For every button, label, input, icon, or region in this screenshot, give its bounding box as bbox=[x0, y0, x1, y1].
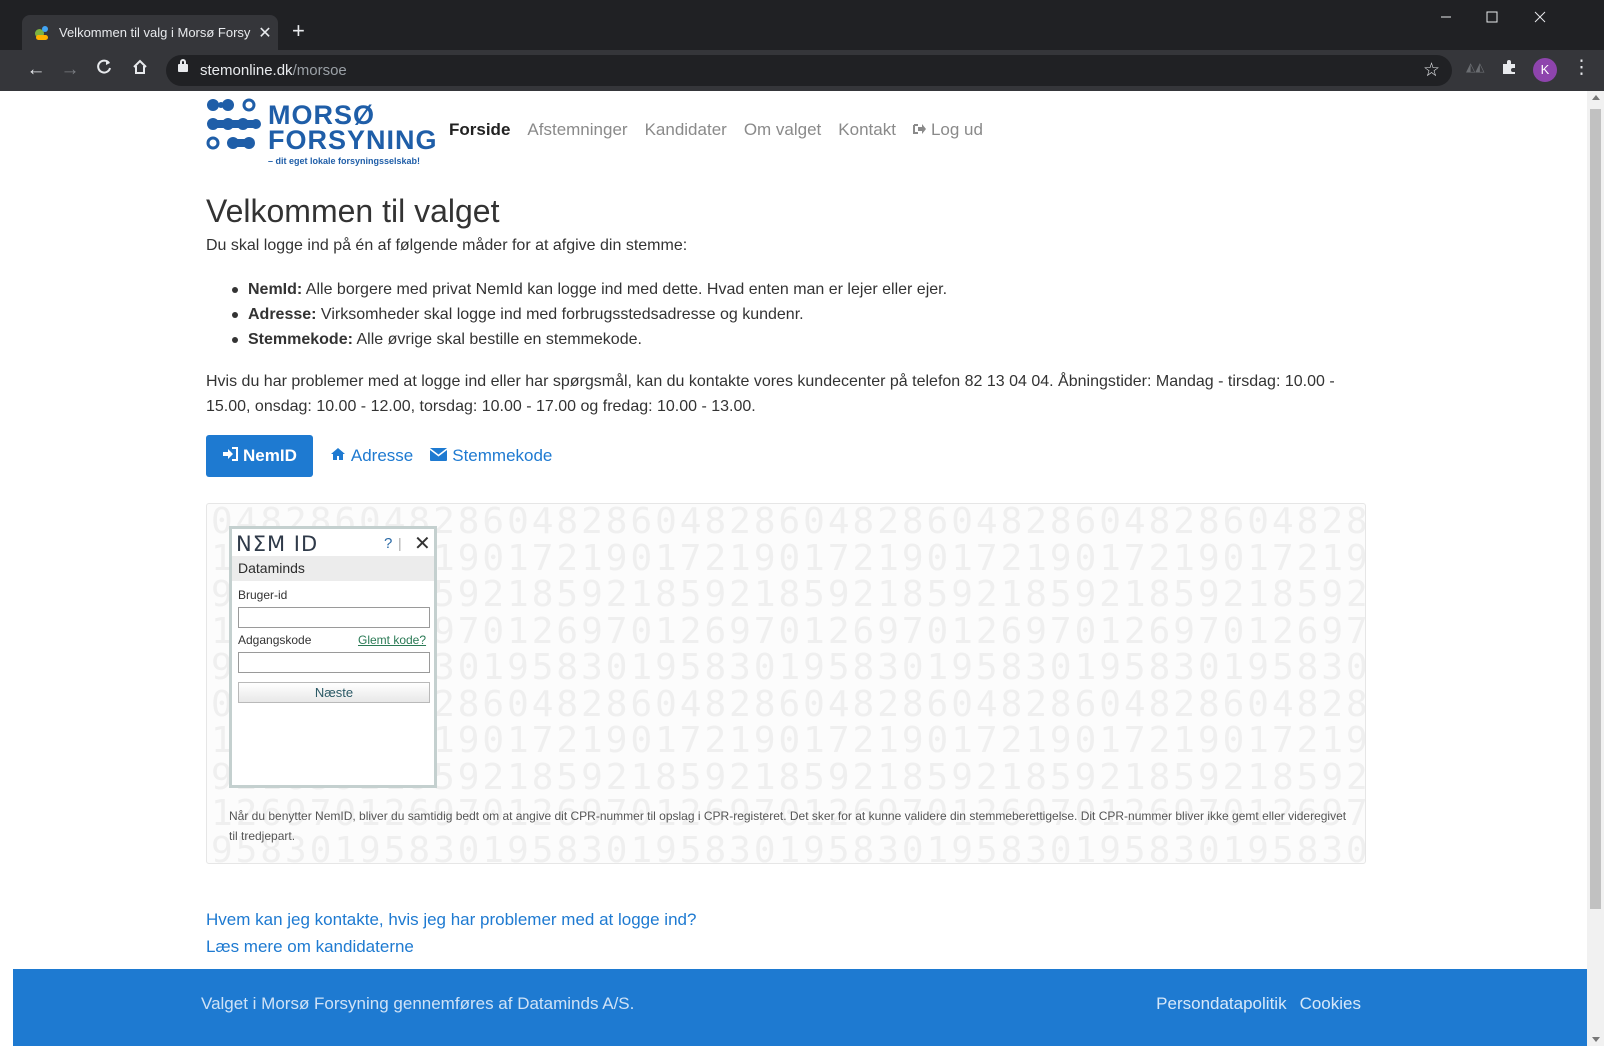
vertical-scrollbar[interactable] bbox=[1587, 91, 1604, 1046]
menu-kebab-icon[interactable]: ⋮ bbox=[1572, 56, 1591, 79]
logo-dots-icon bbox=[206, 98, 261, 150]
morsoe-forsyning-logo[interactable]: MORSØ FORSYNING – dit eget lokale forsyn… bbox=[206, 97, 438, 167]
list-item: Stemmekode: Alle øvrige skal bestille en… bbox=[206, 327, 947, 352]
browser-window: Velkommen til valg i Morsø Forsy ✕ + ← →… bbox=[0, 0, 1604, 1046]
logo-tagline: – dit eget lokale forsyningsselskab! bbox=[268, 156, 421, 166]
tab-nemid-label: NemID bbox=[243, 446, 297, 465]
browser-toolbar: ← → stemonline.dk/morsoe ☆ ◭◭ K ⋮ bbox=[0, 50, 1604, 91]
method-name: Adresse: bbox=[248, 306, 317, 323]
nav-kontakt[interactable]: Kontakt bbox=[838, 120, 896, 140]
scroll-up-arrow-icon[interactable] bbox=[1592, 95, 1600, 100]
lock-icon bbox=[178, 59, 188, 72]
password-field[interactable] bbox=[238, 652, 430, 673]
user-id-label: Bruger-id bbox=[238, 588, 288, 602]
login-method-tabs: NemID Adresse Stemmekode bbox=[206, 435, 569, 477]
bookmark-star-icon[interactable]: ☆ bbox=[1423, 59, 1440, 82]
forgot-password-link[interactable]: Glemt kode? bbox=[358, 633, 426, 647]
method-name: NemId: bbox=[248, 281, 303, 298]
sign-in-icon bbox=[222, 447, 238, 465]
login-methods-list: NemId: Alle borgere med privat NemId kan… bbox=[206, 277, 947, 352]
cookies-link[interactable]: Cookies bbox=[1300, 994, 1361, 1014]
tab-title: Velkommen til valg i Morsø Forsy bbox=[59, 25, 251, 40]
next-button[interactable]: Næste bbox=[238, 682, 430, 703]
home-icon bbox=[330, 447, 346, 465]
browser-tab[interactable]: Velkommen til valg i Morsø Forsy ✕ bbox=[22, 15, 278, 50]
contact-help-link[interactable]: Hvem kan jeg kontakte, hvis jeg har prob… bbox=[206, 906, 696, 933]
back-icon[interactable]: ← bbox=[24, 58, 48, 82]
nav-kandidater[interactable]: Kandidater bbox=[645, 120, 727, 140]
tab-adresse-label: Adresse bbox=[350, 446, 414, 465]
page-viewport: MORSØ FORSYNING – dit eget lokale forsyn… bbox=[13, 91, 1587, 1046]
envelope-icon bbox=[429, 447, 448, 465]
nemid-panel: 0482860482860482860482860482860482860482… bbox=[206, 503, 1366, 864]
home-icon[interactable] bbox=[128, 58, 152, 83]
intro-text: Du skal logge ind på én af følgende måde… bbox=[206, 237, 688, 254]
nemid-login-widget: NΣM ID ? | ✕ Dataminds Bruger-id Adgangs… bbox=[229, 526, 437, 788]
method-desc: Alle borgere med privat NemId kan logge … bbox=[302, 281, 948, 298]
method-desc: Virksomheder skal logge ind med forbrugs… bbox=[316, 306, 804, 323]
logo-word-forsyning: FORSYNING bbox=[268, 125, 438, 155]
divider: | bbox=[398, 535, 402, 551]
cpr-notice: Når du benytter NemID, bliver du samtidi… bbox=[229, 809, 1347, 843]
sign-out-icon bbox=[912, 120, 927, 140]
main-nav: Forside Afstemninger Kandidater Om valge… bbox=[449, 120, 1000, 140]
footer-text: Valget i Morsø Forsyning gennemføres af … bbox=[201, 994, 635, 1013]
contact-info-text: Hvis du har problemer med at logge ind e… bbox=[206, 373, 1335, 415]
forward-icon[interactable]: → bbox=[58, 58, 82, 82]
url-text: stemonline.dk/morsoe bbox=[200, 62, 347, 79]
close-window-icon[interactable] bbox=[1530, 10, 1550, 28]
profile-avatar[interactable]: K bbox=[1533, 58, 1557, 82]
help-icon[interactable]: ? bbox=[384, 535, 392, 552]
reload-icon[interactable] bbox=[92, 58, 116, 83]
new-tab-button[interactable]: + bbox=[292, 19, 305, 43]
service-provider-label: Dataminds bbox=[232, 556, 434, 581]
nav-afstemninger[interactable]: Afstemninger bbox=[527, 120, 627, 140]
list-item: NemId: Alle borgere med privat NemId kan… bbox=[206, 277, 947, 302]
extension-icon[interactable]: ◭◭ bbox=[1466, 60, 1484, 74]
footer-links: Persondatapolitik Cookies bbox=[1143, 994, 1361, 1014]
address-bar[interactable]: stemonline.dk/morsoe ☆ bbox=[166, 55, 1452, 86]
tab-stemmekode[interactable]: Stemmekode bbox=[429, 446, 553, 466]
puzzle-icon[interactable] bbox=[1500, 58, 1518, 81]
nemid-logo: NΣM ID bbox=[236, 532, 319, 556]
maximize-icon[interactable] bbox=[1482, 10, 1502, 28]
scroll-down-arrow-icon[interactable] bbox=[1592, 1037, 1600, 1042]
list-item: Adresse: Virksomheder skal logge ind med… bbox=[206, 302, 947, 327]
tab-stemmekode-label: Stemmekode bbox=[452, 446, 553, 465]
nav-log-ud-label: Log ud bbox=[930, 120, 983, 139]
privacy-policy-link[interactable]: Persondatapolitik bbox=[1156, 994, 1286, 1014]
user-id-field[interactable] bbox=[238, 607, 430, 628]
candidates-link[interactable]: Læs mere om kandidaterne bbox=[206, 933, 696, 960]
tab-adresse[interactable]: Adresse bbox=[330, 446, 413, 466]
nav-log-ud[interactable]: Log ud bbox=[912, 120, 983, 140]
help-links: Hvem kan jeg kontakte, hvis jeg har prob… bbox=[206, 906, 696, 960]
minimize-icon[interactable] bbox=[1436, 10, 1456, 28]
tab-nemid[interactable]: NemID bbox=[206, 435, 313, 477]
method-desc: Alle øvrige skal bestille en stemmekode. bbox=[352, 331, 642, 348]
method-name: Stemmekode: bbox=[248, 331, 353, 348]
nemid-header: NΣM ID ? | ✕ bbox=[236, 530, 432, 556]
site-favicon-icon bbox=[34, 25, 50, 41]
nav-forside[interactable]: Forside bbox=[449, 120, 510, 140]
tab-strip: Velkommen til valg i Morsø Forsy ✕ + bbox=[0, 0, 1604, 50]
password-label: Adgangskode bbox=[238, 633, 312, 647]
page-footer: Valget i Morsø Forsyning gennemføres af … bbox=[13, 969, 1587, 1046]
close-icon[interactable]: ✕ bbox=[414, 531, 431, 556]
tab-close-icon[interactable]: ✕ bbox=[257, 23, 273, 43]
page-title: Velkommen til valget bbox=[206, 193, 500, 229]
nav-om-valget[interactable]: Om valget bbox=[744, 120, 821, 140]
scrollbar-thumb[interactable] bbox=[1590, 109, 1601, 909]
